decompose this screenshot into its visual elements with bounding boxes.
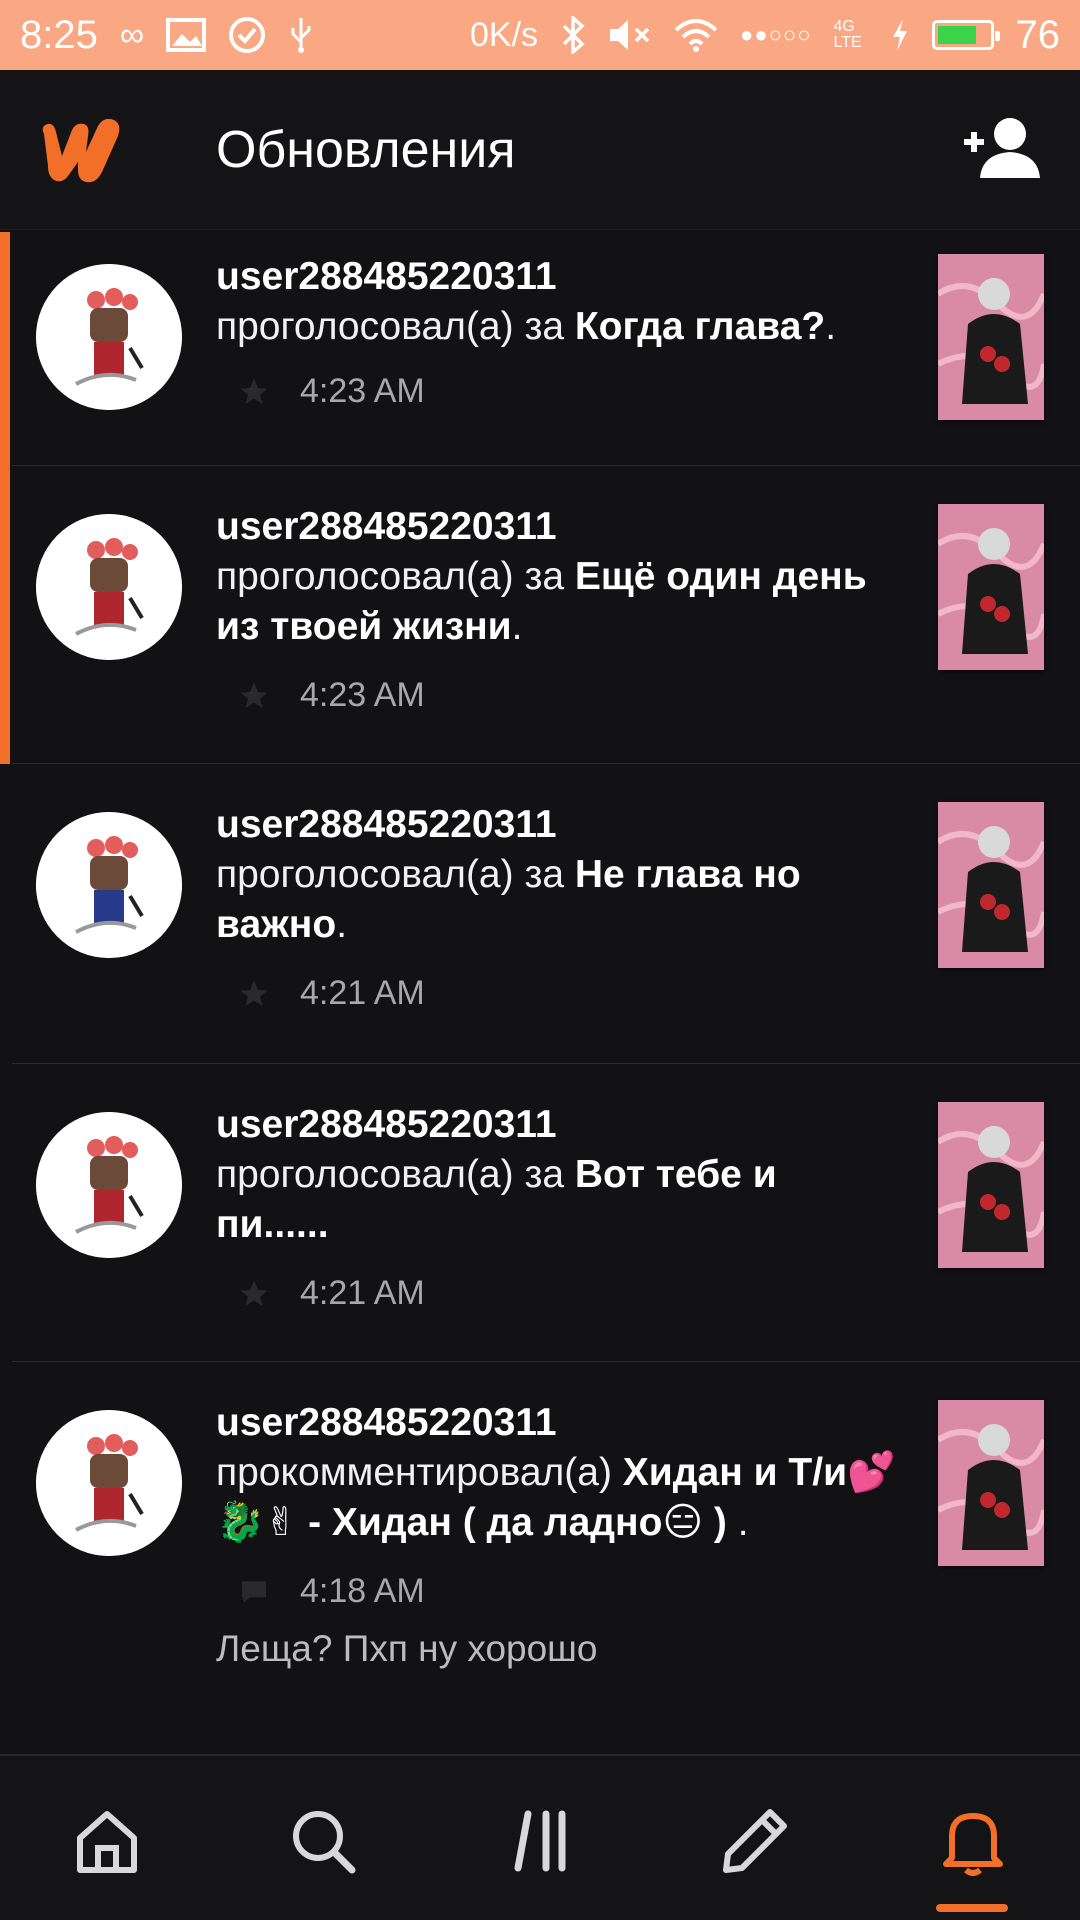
username[interactable]: user288485220311 [216, 1100, 896, 1150]
status-right: 0K/s ●●○○○ 4G LTE 76 [470, 13, 1060, 58]
timestamp: 4:18 AM [300, 1572, 425, 1610]
charging-icon [890, 17, 910, 53]
avatar[interactable] [36, 264, 182, 410]
meta-row: 4:23 AM [238, 372, 425, 411]
story-title[interactable]: Когда глава? [575, 305, 825, 348]
meta-row: 4:23 AM [238, 676, 425, 715]
action-text: проголосовал(а) за [216, 853, 575, 896]
network-type: 4G LTE [833, 18, 862, 51]
meta-row: 4:21 AM [238, 1274, 425, 1313]
notification-text: user288485220311 проголосовал(а) за Вот … [216, 1100, 896, 1250]
avatar[interactable] [36, 514, 182, 660]
avatar[interactable] [36, 812, 182, 958]
notification-feed[interactable]: user288485220311 проголосовал(а) за Когд… [0, 232, 1080, 1754]
library-icon[interactable] [506, 1806, 576, 1876]
notification-item[interactable]: user288485220311 проголосовал(а) за Ещё … [12, 466, 1080, 764]
action-text: прокомментировал(а) [216, 1451, 623, 1494]
wattpad-logo-icon[interactable] [36, 110, 136, 190]
action-text: проголосовал(а) за [216, 1153, 575, 1196]
action-text: проголосовал(а) за [216, 555, 575, 598]
bottom-nav [0, 1754, 1080, 1920]
suffix: . [511, 605, 523, 648]
active-tab-indicator [936, 1904, 1008, 1912]
story-cover[interactable] [938, 1102, 1044, 1268]
star-icon [240, 378, 268, 404]
notification-item[interactable]: user288485220311 проголосовал(а) за Когд… [12, 232, 1080, 466]
notification-item[interactable]: user288485220311 проголосовал(а) за Вот … [12, 1064, 1080, 1362]
net-speed: 0K/s [470, 15, 539, 54]
search-icon[interactable] [288, 1806, 358, 1876]
battery-level: 76 [1015, 12, 1061, 57]
status-left: 8:25 ∞ [20, 13, 314, 58]
check-circle-icon [228, 16, 266, 54]
notifications-icon[interactable] [938, 1806, 1008, 1876]
signal-icon: ●●○○○ [740, 22, 812, 47]
bluetooth-icon [560, 16, 586, 54]
action-text: проголосовал(а) за [216, 305, 575, 348]
username[interactable]: user288485220311 [216, 502, 896, 552]
meta-row: 4:21 AM [238, 974, 425, 1013]
timestamp: 4:23 AM [300, 372, 425, 410]
suffix: . [726, 1501, 749, 1544]
story-cover[interactable] [938, 254, 1044, 420]
add-user-icon[interactable] [960, 110, 1044, 190]
username[interactable]: user288485220311 [216, 800, 896, 850]
timestamp: 4:21 AM [300, 1274, 425, 1312]
infinity-icon: ∞ [119, 15, 145, 54]
write-icon[interactable] [720, 1806, 790, 1876]
notification-item[interactable]: user288485220311 проголосовал(а) за Не г… [12, 764, 1080, 1064]
notification-text: user288485220311 прокомментировал(а) Хид… [216, 1398, 896, 1548]
story-cover[interactable] [938, 1400, 1044, 1566]
status-bar: 8:25 ∞ 0K/s ●●○○○ 4G LTE 76 [0, 0, 1080, 70]
username[interactable]: user288485220311 [216, 252, 896, 302]
meta-row: 4:18 AM [238, 1572, 425, 1611]
home-icon[interactable] [72, 1806, 142, 1876]
page-title: Обновления [216, 121, 516, 179]
status-time: 8:25 [20, 12, 98, 57]
suffix: . [825, 305, 837, 348]
image-notification-icon [166, 18, 207, 52]
avatar[interactable] [36, 1410, 182, 1556]
comment-icon [242, 1580, 266, 1603]
username[interactable]: user288485220311 [216, 1398, 896, 1448]
suffix: . [336, 903, 348, 946]
app-bar: Обновления [0, 70, 1080, 230]
star-icon [240, 682, 268, 708]
notification-text: user288485220311 проголосовал(а) за Ещё … [216, 502, 896, 652]
notification-text: user288485220311 проголосовал(а) за Не г… [216, 800, 896, 950]
wifi-icon [674, 18, 718, 52]
comment-preview: Леща? Пхп ну хорошо [216, 1628, 598, 1669]
timestamp: 4:21 AM [300, 974, 425, 1012]
usb-icon [288, 16, 314, 54]
avatar[interactable] [36, 1112, 182, 1258]
story-cover[interactable] [938, 504, 1044, 670]
notification-item[interactable]: user288485220311 прокомментировал(а) Хид… [12, 1362, 1080, 1754]
unread-indicator [0, 232, 10, 764]
star-icon [240, 1280, 268, 1306]
star-icon [240, 980, 268, 1006]
story-cover[interactable] [938, 802, 1044, 968]
notification-text: user288485220311 проголосовал(а) за Когд… [216, 252, 896, 352]
timestamp: 4:23 AM [300, 676, 425, 714]
battery-icon [931, 20, 1000, 50]
mute-icon [608, 17, 652, 53]
